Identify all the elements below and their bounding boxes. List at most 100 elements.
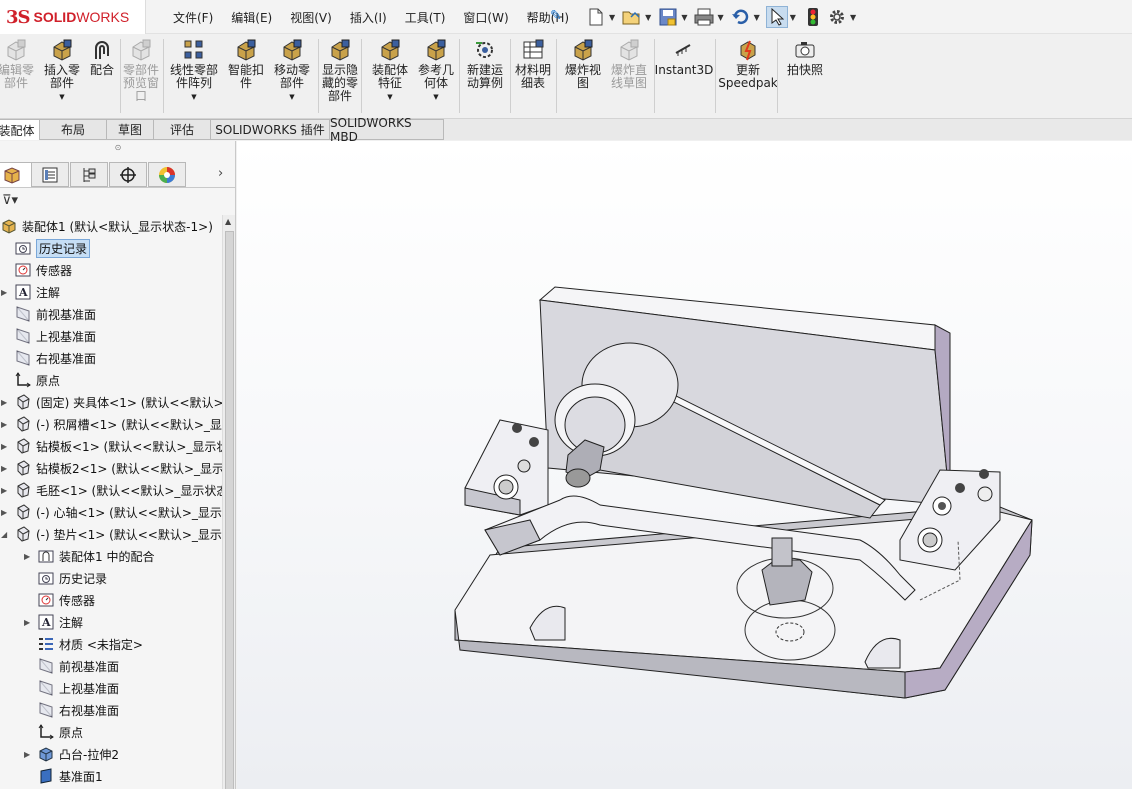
manager-tabs-next-icon[interactable]: › — [218, 166, 223, 181]
undo-icon[interactable] — [730, 6, 752, 28]
part-icon — [14, 437, 32, 455]
chevron-down-icon[interactable]: ▼ — [289, 91, 294, 104]
traffic-light-icon[interactable] — [802, 6, 824, 28]
chevron-down-icon[interactable]: ▼ — [191, 91, 196, 104]
print-dropdown-icon[interactable]: ▼ — [717, 13, 723, 22]
collapsed-arrow-icon[interactable]: ▶ — [1, 442, 7, 451]
tree-item[interactable]: 材质 <未指定> — [0, 633, 222, 655]
collapsed-arrow-icon[interactable]: ▶ — [1, 420, 7, 429]
tab-2[interactable]: 草图 — [107, 119, 154, 140]
tree-item[interactable]: 前视基准面 — [0, 655, 222, 677]
tree-item[interactable]: ▶ 钻模板2<1> (默认<<默认>_显示 — [0, 457, 222, 479]
tree-item[interactable]: 上视基准面 — [0, 325, 222, 347]
tree-item[interactable]: 上视基准面 — [0, 677, 222, 699]
tree-item[interactable]: 原点 — [0, 721, 222, 743]
collapsed-arrow-icon[interactable]: ▶ — [1, 398, 7, 407]
collapsed-arrow-icon[interactable]: ▶ — [1, 464, 7, 473]
tree-item[interactable]: 右视基准面 — [0, 347, 222, 369]
scroll-up-icon[interactable]: ▲ — [225, 217, 231, 226]
menu-item-5[interactable]: 窗口(W) — [463, 9, 508, 26]
cmd-button-14[interactable]: Instant3D — [654, 37, 714, 77]
tree-item[interactable]: ▶ (固定) 夹具体<1> (默认<<默认>_ — [0, 391, 222, 413]
chevron-down-icon[interactable]: ▼ — [387, 91, 392, 104]
tree-item-label: 凸台-拉伸2 — [59, 747, 119, 762]
tree-item[interactable]: ▶ (-) 积屑槽<1> (默认<<默认>_显示 — [0, 413, 222, 435]
pin-icon[interactable]: ✎ — [550, 8, 562, 24]
tree-item[interactable]: 传感器 — [0, 259, 222, 281]
tree-item[interactable]: 历史记录 — [0, 567, 222, 589]
tab-0[interactable]: 装配体 — [0, 119, 40, 140]
collapsed-arrow-icon[interactable]: ▶ — [1, 288, 7, 297]
tree-item[interactable]: ▶ A 注解 — [0, 611, 222, 633]
tree-item[interactable]: 传感器 — [0, 589, 222, 611]
tree-item[interactable]: 前视基准面 — [0, 303, 222, 325]
menu-item-1[interactable]: 编辑(E) — [231, 9, 272, 26]
collapsed-arrow-icon[interactable]: ▶ — [1, 486, 7, 495]
tab-3[interactable]: 评估 — [154, 119, 211, 140]
tree-item[interactable]: ▶ (-) 心轴<1> (默认<<默认>_显示 — [0, 501, 222, 523]
save-icon[interactable] — [657, 6, 679, 28]
tree-item[interactable]: 右视基准面 — [0, 699, 222, 721]
cmd-button-label: 移动零 部件 — [273, 63, 310, 90]
panel-grip[interactable]: ⊙ — [0, 143, 236, 157]
origin-icon — [37, 723, 55, 741]
cmd-button-13[interactable]: 爆炸直 线草图 — [599, 37, 659, 90]
chevron-down-icon[interactable]: ▼ — [59, 91, 64, 104]
tree-item[interactable]: 原点 — [0, 369, 222, 391]
menu-item-0[interactable]: 文件(F) — [173, 9, 213, 26]
tree-item[interactable]: ▶ 毛胚<1> (默认<<默认>_显示状态 — [0, 479, 222, 501]
chevron-down-icon[interactable]: ▼ — [433, 91, 438, 104]
solidworks-logo[interactable]: 3S SOLIDWORKS — [0, 0, 146, 34]
save-dropdown-icon[interactable]: ▼ — [681, 13, 687, 22]
new-doc-dropdown-icon[interactable]: ▼ — [609, 13, 615, 22]
collapsed-arrow-icon[interactable]: ▶ — [24, 750, 30, 759]
gear-icon[interactable] — [826, 6, 848, 28]
menu-item-4[interactable]: 工具(T) — [405, 9, 446, 26]
cmd-button-label: 爆炸视 图 — [564, 63, 601, 90]
tab-4[interactable]: SOLIDWORKS 插件 — [211, 119, 330, 140]
tree-item[interactable]: ▶ A 注解 — [0, 281, 222, 303]
menu-item-3[interactable]: 插入(I) — [350, 9, 387, 26]
tree-item[interactable]: 历史记录 — [0, 237, 222, 259]
print-icon[interactable] — [693, 6, 715, 28]
open-folder-icon[interactable] — [621, 6, 643, 28]
tree-item[interactable]: ▶ 钻模板<1> (默认<<默认>_显示状 — [0, 435, 222, 457]
dimxpert-tab-icon[interactable] — [109, 162, 147, 187]
assembly-model[interactable] — [237, 141, 1132, 789]
expanded-arrow-icon[interactable]: ◢ — [1, 530, 7, 539]
cmd-button-15[interactable]: 更新 Speedpak — [718, 37, 778, 90]
filter-icon[interactable]: ⊽▾ — [2, 193, 18, 208]
menu-item-2[interactable]: 视图(V) — [290, 9, 332, 26]
edit-component-icon — [5, 39, 27, 61]
tree-item[interactable]: ◢ (-) 垫片<1> (默认<<默认>_显示 — [0, 523, 222, 545]
collapsed-arrow-icon[interactable]: ▶ — [24, 618, 30, 627]
tree-item-label: 传感器 — [59, 593, 96, 608]
graphics-area[interactable] — [237, 141, 1132, 789]
tab-1[interactable]: 布局 — [40, 119, 107, 140]
menu-item-6[interactable]: 帮助(H) — [527, 9, 569, 26]
collapsed-arrow-icon[interactable]: ▶ — [24, 552, 30, 561]
open-dropdown-icon[interactable]: ▼ — [645, 13, 651, 22]
options-dropdown-icon[interactable]: ▼ — [850, 13, 856, 22]
feature-tree-scrollbar[interactable]: ▲ — [222, 215, 235, 789]
tree-item[interactable]: 装配体1 (默认<默认_显示状态-1>) — [0, 215, 222, 237]
select-dropdown-icon[interactable]: ▼ — [790, 13, 796, 22]
cmd-button-4[interactable]: 线性零部 件阵列 ▼ — [164, 37, 224, 104]
undo-dropdown-icon[interactable]: ▼ — [754, 13, 760, 22]
configurationmanager-tab-icon[interactable] — [70, 162, 108, 187]
new-doc-icon[interactable] — [585, 6, 607, 28]
plane-icon — [14, 305, 32, 323]
tree-item[interactable]: ▶ 装配体1 中的配合 — [0, 545, 222, 567]
propertymanager-tab-icon[interactable] — [31, 162, 69, 187]
scrollbar-thumb[interactable] — [225, 231, 234, 789]
featuremanager-tab-icon[interactable] — [0, 162, 32, 187]
manager-tabs: › — [0, 160, 236, 188]
tree-item[interactable]: 基准面1 — [0, 765, 222, 787]
tree-item[interactable]: ▶ 凸台-拉伸2 — [0, 743, 222, 765]
part-icon — [14, 525, 32, 543]
collapsed-arrow-icon[interactable]: ▶ — [1, 508, 7, 517]
displaymanager-tab-icon[interactable] — [148, 162, 186, 187]
select-icon[interactable] — [765, 6, 788, 28]
tab-5[interactable]: SOLIDWORKS MBD — [330, 116, 444, 144]
cmd-button-16[interactable]: 拍快照 — [775, 37, 835, 77]
